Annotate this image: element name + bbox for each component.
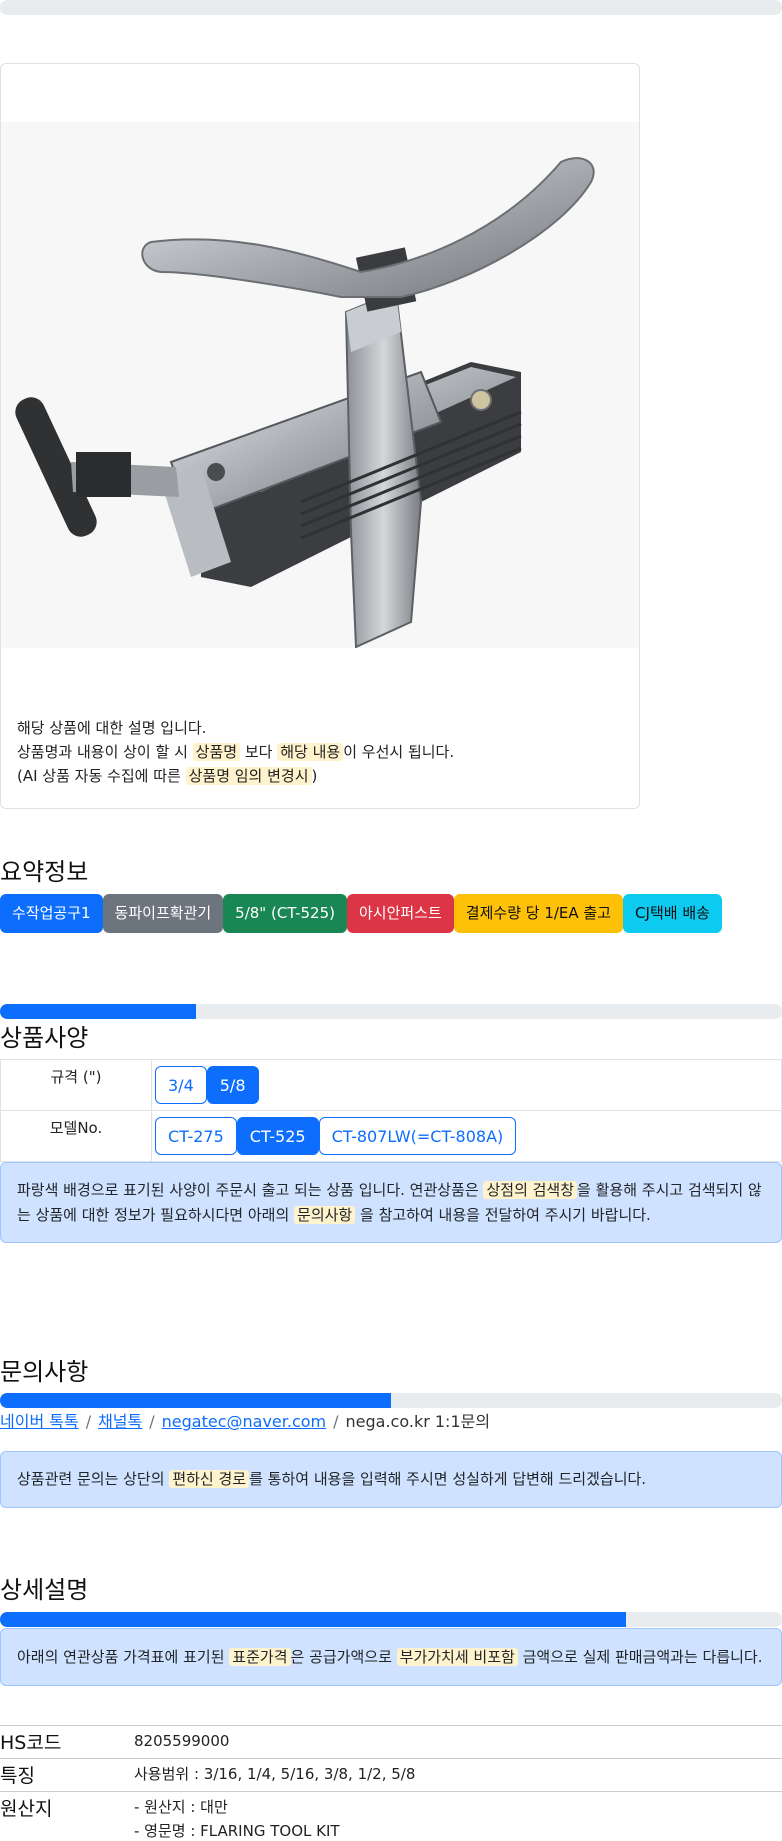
naver-talk-link[interactable]: 네이버 톡톡: [0, 1412, 79, 1431]
spec-options-size: 3/4 5/8: [151, 1059, 782, 1111]
separator: /: [333, 1412, 339, 1431]
top-progress-bar: [0, 0, 782, 15]
detail-key-features: 특징: [0, 1765, 35, 1787]
summary-title: 요약정보: [0, 858, 89, 886]
badge-category: 수작업공구1: [0, 894, 103, 933]
flaring-tool-illustration: [15, 157, 595, 649]
badge-delivery: CJ택배 배송: [623, 894, 722, 933]
site-inquiry-text: nega.co.kr 1:1문의: [345, 1412, 491, 1431]
detail-value-features: 사용범위 : 3/16, 1/4, 5/16, 3/8, 1/2, 5/8: [134, 1765, 416, 1783]
option-size-3-4[interactable]: 3/4: [155, 1066, 207, 1104]
inquiry-progress-bar: [0, 1393, 782, 1408]
detail-key-hs: HS코드: [0, 1732, 62, 1754]
option-model-ct-807lw[interactable]: CT-807LW(=CT-808A): [318, 1117, 517, 1155]
detail-row-hs: HS코드 8205599000: [0, 1725, 782, 1759]
detail-notice: 아래의 연관상품 가격표에 표기된 표준가격 은 공급가액으로 부가가치세 비포함…: [0, 1628, 782, 1686]
option-model-ct-275[interactable]: CT-275: [155, 1117, 237, 1155]
spec-table: 규격 (") 3/4 5/8 모델No. CT-275 CT-525 CT-807LW…: [0, 1059, 782, 1162]
contact-links: 네이버 톡톡 / 채널톡 / negatec@naver.com / nega.co.kr …: [0, 1408, 490, 1432]
channel-talk-link[interactable]: 채널톡: [98, 1412, 142, 1431]
specs-title: 상품사양: [0, 1024, 89, 1052]
badge-model: 5/8" (CT-525): [223, 894, 347, 933]
description-line-1: 해당 상품에 대한 설명 입니다.: [17, 719, 207, 737]
email-link[interactable]: negatec@naver.com: [162, 1412, 326, 1431]
separator: /: [149, 1412, 155, 1431]
option-size-5-8[interactable]: 5/8: [206, 1066, 259, 1104]
spec-row-model: 모델No. CT-275 CT-525 CT-807LW(=CT-808A): [0, 1110, 782, 1162]
product-card: 해당 상품에 대한 설명 입니다. 상품명과 내용이 상이 할 시 상품명 보다…: [0, 63, 640, 809]
option-model-ct-525[interactable]: CT-525: [236, 1117, 319, 1155]
detail-progress-fill: [0, 1612, 626, 1627]
spec-label-size: 규격 ("): [0, 1059, 152, 1111]
highlight-name-change: 상품명 임의 변경시: [185, 767, 312, 785]
specs-progress-fill: [0, 1004, 196, 1019]
highlight-standard-price: 표준가격: [229, 1647, 291, 1666]
product-description: 해당 상품에 대한 설명 입니다. 상품명과 내용이 상이 할 시 상품명 보다…: [17, 716, 454, 788]
specs-progress-bar: [0, 1004, 782, 1019]
detail-value-origin: - 원산지 : 대만 - 영문명 : FLARING TOOL KIT: [134, 1798, 340, 1840]
highlight-vat: 부가가치세 비포함: [396, 1647, 518, 1666]
summary-badges: 수작업공구1 동파이프확관기 5/8" (CT-525) 아시안퍼스트 결제수량…: [0, 894, 722, 933]
detail-title: 상세설명: [0, 1576, 89, 1604]
description-line-3: (AI 상품 자동 수집에 따른 상품명 임의 변경시): [17, 767, 318, 785]
separator: /: [85, 1412, 92, 1431]
highlight-inquiry: 문의사항: [294, 1205, 356, 1224]
badge-quantity: 결제수량 당 1/EA 출고: [453, 894, 624, 933]
detail-value-hs: 8205599000: [134, 1732, 230, 1750]
description-line-2: 상품명과 내용이 상이 할 시 상품명 보다 해당 내용 이 우선시 됩니다.: [17, 743, 455, 761]
detail-key-origin: 원산지: [0, 1798, 53, 1820]
inquiry-progress-fill: [0, 1393, 391, 1408]
inquiry-notice: 상품관련 문의는 상단의 편하신 경로 를 통하여 내용을 입력해 주시면 성실하…: [0, 1451, 782, 1508]
highlight-search: 상점의 검색창: [483, 1180, 578, 1199]
detail-table: HS코드 8205599000 특징 사용범위 : 3/16, 1/4, 5/1…: [0, 1725, 782, 1841]
highlight-product-name: 상품명: [192, 743, 241, 761]
detail-progress-bar: [0, 1612, 782, 1627]
detail-row-origin: 원산지 - 원산지 : 대만 - 영문명 : FLARING TOOL KIT: [0, 1791, 782, 1841]
highlight-content: 해당 내용: [277, 743, 344, 761]
badge-brand: 아시안퍼스트: [346, 894, 454, 933]
spec-label-model: 모델No.: [0, 1110, 152, 1162]
highlight-path: 편하신 경로: [169, 1470, 250, 1488]
badge-product-type: 동파이프확관기: [102, 894, 224, 933]
product-image: [1, 122, 639, 649]
spec-row-size: 규격 (") 3/4 5/8: [0, 1059, 782, 1111]
specs-notice: 파랑색 배경으로 표기된 사양이 주문시 출고 되는 상품 입니다. 연관상품은…: [0, 1162, 782, 1243]
inquiry-title: 문의사항: [0, 1358, 89, 1386]
detail-row-features: 특징 사용범위 : 3/16, 1/4, 5/16, 3/8, 1/2, 5/8: [0, 1758, 782, 1792]
spec-options-model: CT-275 CT-525 CT-807LW(=CT-808A): [151, 1110, 782, 1162]
